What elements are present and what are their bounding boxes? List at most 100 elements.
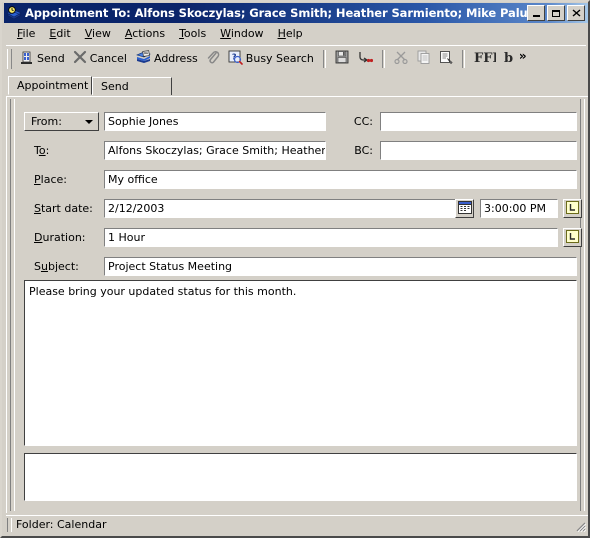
cancel-button[interactable]: Cancel <box>69 48 131 70</box>
menu-view[interactable]: View <box>78 25 118 42</box>
menu-window[interactable]: Window <box>213 25 270 42</box>
menu-actions[interactable]: Actions <box>118 25 172 42</box>
duration-field[interactable]: 1 Hour <box>104 228 558 247</box>
scissors-icon <box>394 50 409 67</box>
busy-search-icon: ? <box>228 50 243 68</box>
floppy-disk-icon <box>335 50 349 67</box>
place-label: Place: <box>34 173 67 186</box>
bc-value <box>381 142 576 144</box>
tab-appointment-label: Appointment <box>17 79 89 92</box>
font-button[interactable]: FFF <box>470 48 502 70</box>
cc-label: CC: <box>353 115 373 128</box>
toolbar-grip[interactable] <box>7 48 12 69</box>
place-field[interactable]: My office <box>104 170 577 189</box>
address-button[interactable]: Address <box>131 48 202 70</box>
address-book-icon <box>135 50 151 67</box>
paperclip-icon <box>206 50 220 68</box>
paste-button[interactable] <box>435 48 457 70</box>
appointment-book-clock-icon <box>6 5 22 21</box>
menu-edit[interactable]: Edit <box>42 25 77 42</box>
clock-icon <box>566 229 579 246</box>
status-bar: Folder: Calendar <box>6 515 588 533</box>
chevron-down-icon <box>85 119 93 124</box>
menu-file[interactable]: FFileile <box>10 25 42 42</box>
clock-icon <box>566 200 579 217</box>
send-icon <box>19 50 34 68</box>
bc-label: BC: <box>354 144 373 157</box>
window-controls <box>527 5 585 21</box>
to-field[interactable]: Alfons Skoczylas; Grace Smith; Heather(.… <box>104 141 326 160</box>
from-dropdown-button[interactable]: From: <box>24 112 99 131</box>
panel-right-divider <box>580 99 585 511</box>
save-button[interactable] <box>331 48 353 70</box>
duration-value: 1 Hour <box>108 231 145 244</box>
busy-search-button[interactable]: ? Busy Search <box>224 48 318 70</box>
bold-icon: b <box>504 51 514 67</box>
toolbar-separator-3 <box>461 49 465 68</box>
minimize-button[interactable] <box>527 5 545 21</box>
title-bar[interactable]: Appointment To: Alfons Skoczylas; Grace … <box>4 3 588 23</box>
window-title: Appointment To: Alfons Skoczylas; Grace … <box>25 6 527 20</box>
paste-icon <box>439 50 453 67</box>
toolbar: Send Cancel Address ? Busy Search FF b » <box>6 45 586 71</box>
svg-text:FFF: FFF <box>474 51 496 64</box>
cc-value <box>381 113 576 115</box>
panel-inner: From: Sophie Jones CC: To: Alfons Skoczy… <box>10 99 585 511</box>
message-body-textarea[interactable]: Please bring your updated status for thi… <box>24 280 577 446</box>
cancel-icon <box>73 50 87 67</box>
close-button[interactable] <box>567 5 585 21</box>
from-value: Sophie Jones <box>108 115 179 128</box>
attachments-pane[interactable] <box>24 453 577 501</box>
toolbar-separator-2 <box>381 49 385 68</box>
copy-icon <box>417 50 431 67</box>
copy-button[interactable] <box>413 48 435 70</box>
cancel-label: Cancel <box>89 52 127 65</box>
subject-field[interactable]: Project Status Meeting <box>104 257 577 276</box>
cc-field[interactable] <box>380 112 577 131</box>
status-bar-grip <box>7 517 12 532</box>
send-label: Send <box>37 52 65 65</box>
maximize-icon <box>548 6 564 20</box>
place-value: My office <box>108 173 158 186</box>
address-label: Address <box>153 52 198 65</box>
busy-search-label: Busy Search <box>245 52 314 65</box>
send-button[interactable]: Send <box>15 48 69 70</box>
appointment-panel: From: Sophie Jones CC: To: Alfons Skoczy… <box>6 96 588 513</box>
subject-label: Subject: <box>34 260 79 273</box>
tab-strip: Appointment Send Options <box>8 76 586 110</box>
start-time-field[interactable]: 3:00:00 PM <box>480 199 558 218</box>
to-label: To: <box>34 144 50 157</box>
send-options-button[interactable] <box>353 48 377 70</box>
appointment-window: Appointment To: Alfons Skoczylas; Grace … <box>0 0 590 538</box>
bold-button[interactable]: b » <box>500 48 531 70</box>
menu-tools[interactable]: Tools <box>172 25 213 42</box>
subject-value: Project Status Meeting <box>108 260 233 273</box>
close-icon <box>568 6 584 20</box>
message-body-text: Please bring your updated status for thi… <box>29 285 297 298</box>
tab-send-options[interactable]: Send Options <box>92 77 172 110</box>
from-field[interactable]: Sophie Jones <box>104 112 326 131</box>
cut-button[interactable] <box>390 48 413 70</box>
tab-appointment[interactable]: Appointment <box>8 76 92 95</box>
maximize-button[interactable] <box>547 5 565 21</box>
calendar-picker-button[interactable] <box>455 199 474 218</box>
panel-left-divider <box>10 99 15 511</box>
duration-picker-button[interactable] <box>563 228 582 247</box>
duration-label: Duration: <box>34 231 86 244</box>
resize-grip-icon[interactable] <box>573 519 587 533</box>
toolbar-overflow-chevron[interactable]: » <box>519 49 527 63</box>
status-text: Folder: Calendar <box>16 518 107 531</box>
menu-help[interactable]: Help <box>271 25 310 42</box>
attachments-text <box>25 454 576 458</box>
start-time-value: 3:00:00 PM <box>484 202 547 215</box>
calendar-icon <box>457 200 472 217</box>
font-icon: FFF <box>474 51 502 67</box>
minimize-icon <box>528 6 544 20</box>
send-options-icon <box>357 50 373 67</box>
attach-button[interactable] <box>202 48 224 70</box>
svg-text:b: b <box>504 51 513 64</box>
start-date-field[interactable]: 2/12/2003 <box>104 199 459 218</box>
bc-field[interactable] <box>380 141 577 160</box>
time-picker-button[interactable] <box>563 199 582 218</box>
from-label: From: <box>31 115 62 128</box>
